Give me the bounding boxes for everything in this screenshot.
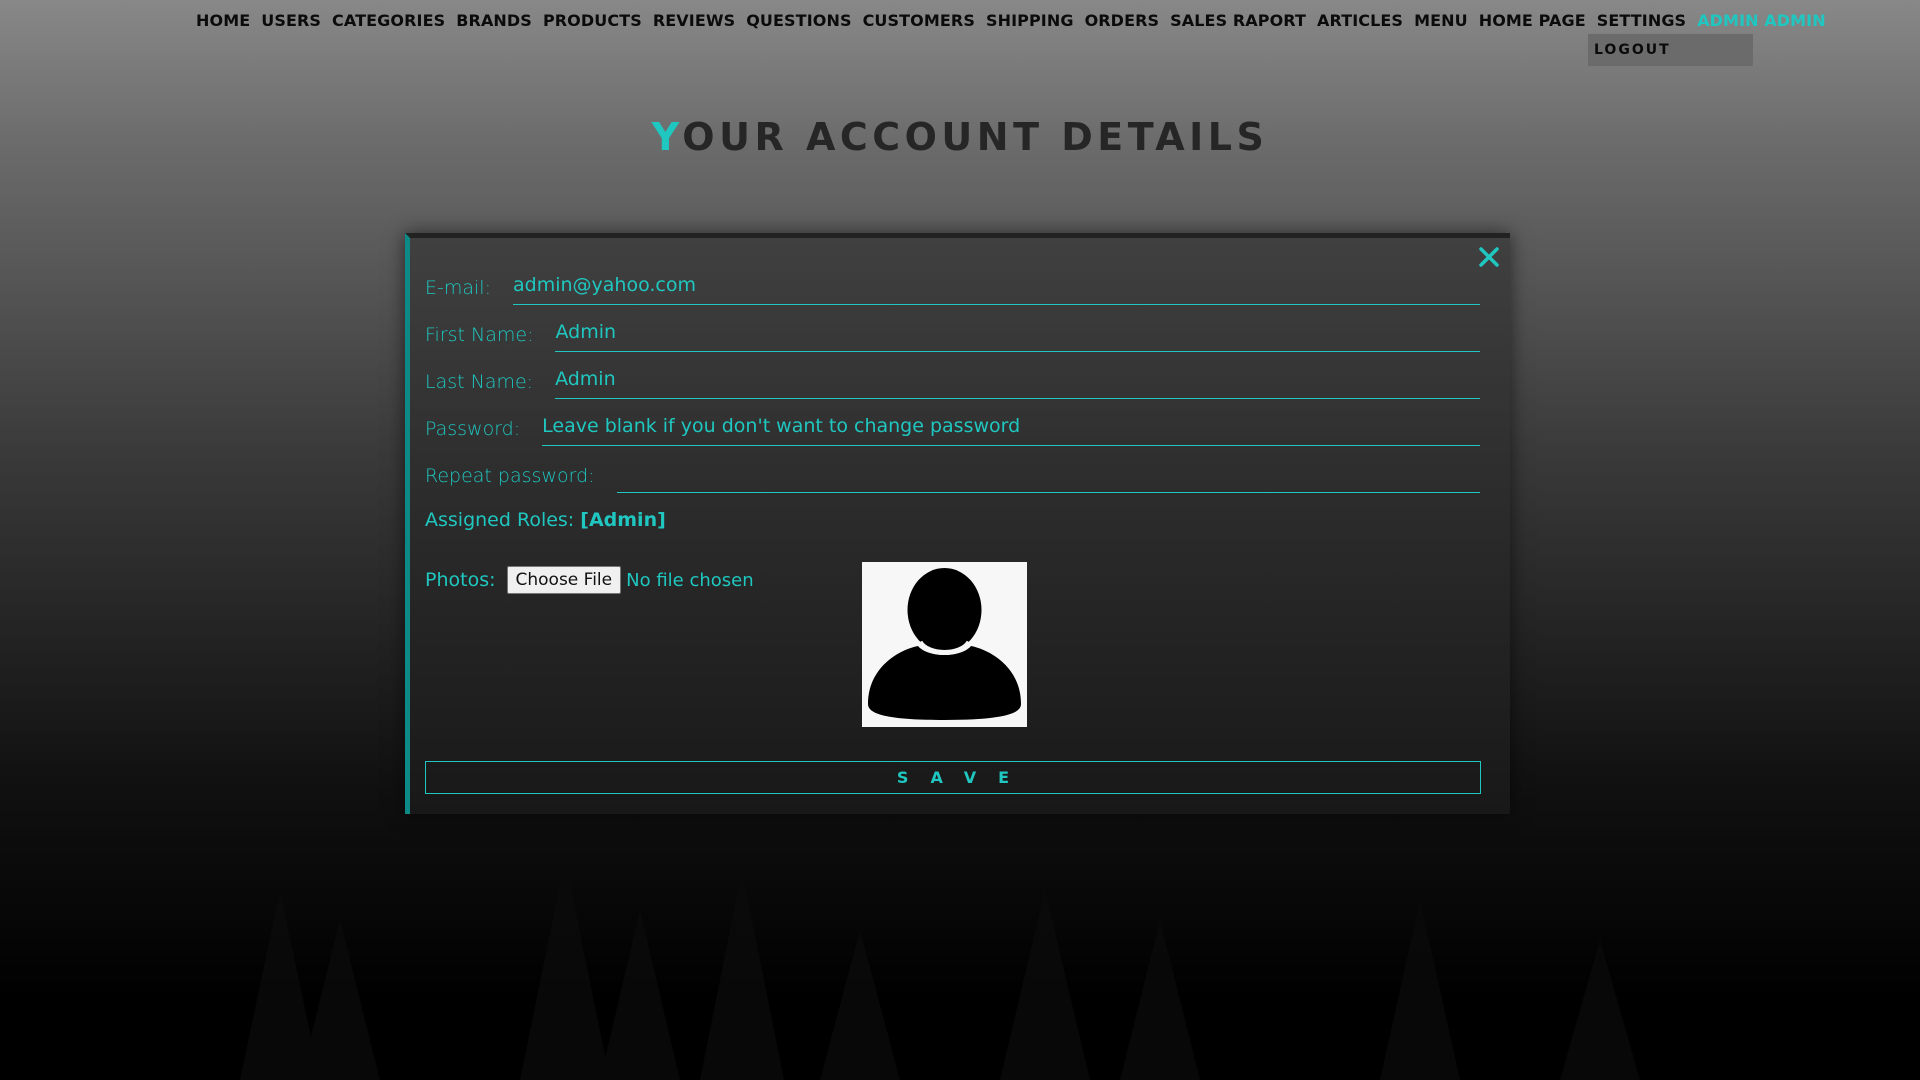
choose-file-button[interactable]: Choose File <box>506 566 622 594</box>
nav-item-home-page[interactable]: HOME PAGE <box>1479 8 1586 34</box>
repeat-password-row: Repeat password: <box>425 457 1480 493</box>
nav-item-products[interactable]: PRODUCTS <box>543 8 642 34</box>
save-button[interactable]: SAVE <box>425 761 1481 794</box>
first-name-label: First Name: <box>425 324 534 346</box>
last-name-row: Last Name: <box>425 363 1480 399</box>
user-silhouette-icon <box>862 562 1027 727</box>
page-title: YOUR ACCOUNT DETAILS <box>0 112 1920 162</box>
nav-item-articles[interactable]: ARTICLES <box>1317 8 1403 34</box>
account-details-panel: E-mail: First Name: Last Name: Password:… <box>405 233 1510 814</box>
logout-menu-item[interactable]: LOGOUT <box>1588 34 1753 66</box>
email-label: E-mail: <box>425 277 491 299</box>
password-label: Password: <box>425 418 521 440</box>
photos-label: Photos: <box>425 569 496 591</box>
password-row: Password: <box>425 410 1480 446</box>
top-nav: HOME USERS CATEGORIES BRANDS PRODUCTS RE… <box>196 8 1826 34</box>
nav-item-reviews[interactable]: REVIEWS <box>653 8 735 34</box>
first-name-row: First Name: <box>425 316 1480 352</box>
first-name-field[interactable] <box>555 317 1480 352</box>
email-row: E-mail: <box>425 269 1480 305</box>
nav-item-orders[interactable]: ORDERS <box>1085 8 1160 34</box>
nav-user-menu[interactable]: ADMIN ADMIN <box>1697 8 1826 34</box>
last-name-field[interactable] <box>555 364 1480 399</box>
password-field[interactable] <box>542 411 1480 446</box>
nav-item-users[interactable]: USERS <box>261 8 321 34</box>
nav-item-menu[interactable]: MENU <box>1414 8 1468 34</box>
email-field[interactable] <box>512 270 1480 305</box>
repeat-password-label: Repeat password: <box>425 465 595 487</box>
nav-item-questions[interactable]: QUESTIONS <box>746 8 851 34</box>
nav-item-shipping[interactable]: SHIPPING <box>986 8 1074 34</box>
nav-item-sales-raport[interactable]: SALES RAPORT <box>1170 8 1306 34</box>
photos-row: Photos: Choose File No file chosen <box>425 566 754 594</box>
page-title-first-letter: Y <box>651 115 683 159</box>
assigned-roles: Assigned Roles: [Admin] <box>425 509 666 531</box>
assigned-roles-label: Assigned Roles: <box>425 509 575 531</box>
nav-item-customers[interactable]: CUSTOMERS <box>863 8 975 34</box>
assigned-roles-value: [Admin] <box>580 509 666 531</box>
page-title-rest: OUR ACCOUNT DETAILS <box>682 115 1269 159</box>
nav-item-home[interactable]: HOME <box>196 8 250 34</box>
repeat-password-field[interactable] <box>616 458 1480 493</box>
nav-item-brands[interactable]: BRANDS <box>456 8 532 34</box>
no-file-text: No file chosen <box>626 569 754 591</box>
nav-item-categories[interactable]: CATEGORIES <box>332 8 445 34</box>
nav-item-settings[interactable]: SETTINGS <box>1597 8 1686 34</box>
close-icon[interactable] <box>1476 244 1502 270</box>
last-name-label: Last Name: <box>425 371 534 393</box>
